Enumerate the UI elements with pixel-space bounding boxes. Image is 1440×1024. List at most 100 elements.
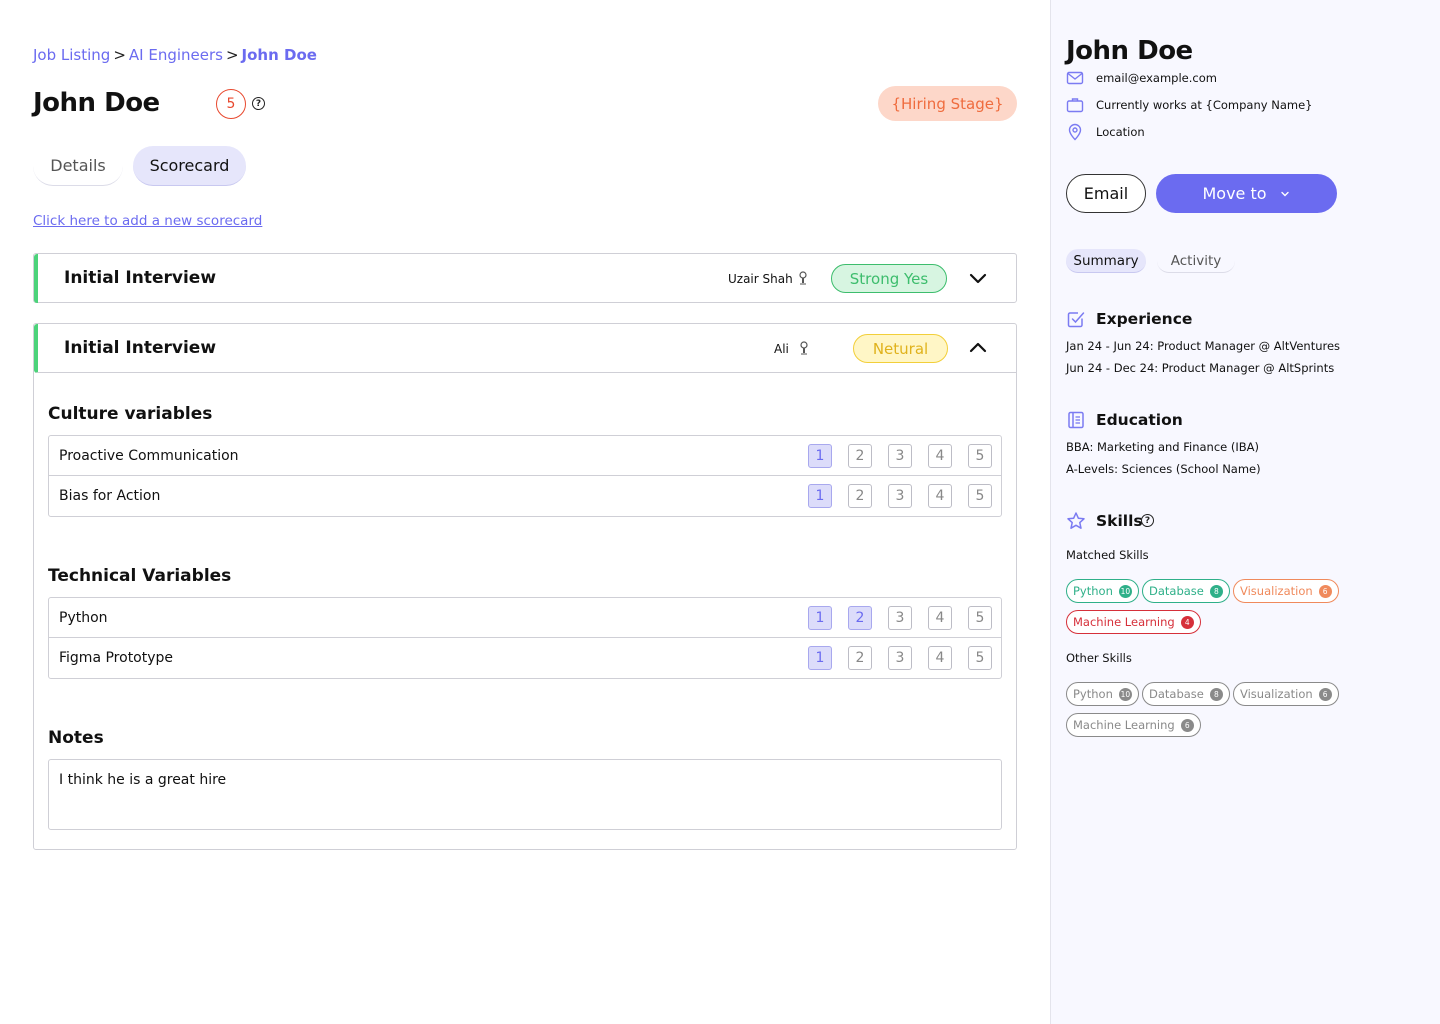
culture-variables-title: Culture variables [48, 404, 213, 424]
notes-textarea[interactable]: I think he is a great hire [48, 759, 1002, 830]
rating-option-4[interactable]: 4 [928, 484, 952, 508]
scorecard-header[interactable]: Initial Interview Ali Netural [34, 324, 1016, 373]
location-pin-icon [1068, 123, 1082, 141]
rating-option-3[interactable]: 3 [888, 606, 912, 630]
education-item: BBA: Marketing and Finance (IBA) [1066, 440, 1260, 454]
tab-details[interactable]: Details [33, 146, 123, 186]
matched-skills-label: Matched Skills [1066, 548, 1149, 562]
breadcrumb-ai-engineers[interactable]: AI Engineers [129, 46, 223, 64]
scorecard-card: Initial Interview Ali Netural Culture va… [33, 323, 1017, 850]
verdict-badge: Netural [853, 334, 948, 363]
rating-option-5[interactable]: 5 [968, 444, 992, 468]
candidate-side-panel: John Doe email@example.com Currently wor… [1050, 0, 1440, 1024]
tab-activity[interactable]: Activity [1157, 249, 1235, 273]
rating-option-3[interactable]: 3 [888, 646, 912, 670]
rating-option-5[interactable]: 5 [968, 646, 992, 670]
skill-chip[interactable]: Visualization 6 [1233, 682, 1339, 706]
mail-icon [1066, 71, 1084, 85]
skill-name: Python [1073, 584, 1113, 598]
email-text[interactable]: email@example.com [1096, 71, 1217, 85]
rating-option-1[interactable]: 1 [808, 444, 832, 468]
education-item: A-Levels: Sciences (School Name) [1066, 462, 1261, 476]
rating-option-1[interactable]: 1 [808, 646, 832, 670]
skill-chip[interactable]: Machine Learning 4 [1066, 610, 1201, 634]
help-icon[interactable]: ? [252, 97, 265, 110]
skill-name: Database [1149, 584, 1204, 598]
interviewer-name: Ali [774, 342, 789, 356]
company-info: Currently works at {Company Name} [1066, 96, 1312, 114]
breadcrumb-separator: > [113, 46, 126, 64]
experience-item: Jun 24 - Dec 24: Product Manager @ AltSp… [1066, 361, 1335, 375]
chevron-down-icon [1280, 191, 1289, 196]
rating-option-2[interactable]: 2 [848, 444, 872, 468]
help-icon[interactable]: ? [1141, 514, 1154, 527]
education-title: Education [1096, 411, 1183, 429]
rating-option-2[interactable]: 2 [848, 646, 872, 670]
rating-option-3[interactable]: 3 [888, 444, 912, 468]
skill-chip[interactable]: Machine Learning 6 [1066, 713, 1201, 737]
skills-title: Skills [1096, 512, 1143, 530]
rating-row: Proactive Communication 1 2 3 4 5 [49, 436, 1001, 476]
rating-option-4[interactable]: 4 [928, 606, 952, 630]
breadcrumb-current: John Doe [241, 46, 317, 64]
rating-option-5[interactable]: 5 [968, 606, 992, 630]
rating-option-3[interactable]: 3 [888, 484, 912, 508]
rating-option-1[interactable]: 1 [808, 484, 832, 508]
rating-label: Python [59, 610, 108, 626]
rating-option-4[interactable]: 4 [928, 646, 952, 670]
score-badge: 5 [216, 89, 246, 119]
education-heading: Education [1066, 410, 1183, 430]
main-panel: Job Listing > AI Engineers > John Doe John D… [0, 0, 1050, 1024]
company-text: Currently works at {Company Name} [1096, 98, 1313, 112]
rating-label: Bias for Action [59, 488, 161, 504]
rating-option-2[interactable]: 2 [848, 484, 872, 508]
star-icon [1067, 512, 1085, 529]
email-button[interactable]: Email [1066, 174, 1146, 213]
skill-chip[interactable]: Python 10 [1066, 579, 1139, 603]
skill-count: 10 [1118, 687, 1132, 701]
breadcrumb: Job Listing > AI Engineers > John Doe [33, 46, 317, 64]
tab-scorecard[interactable]: Scorecard [133, 146, 246, 186]
rating-row: Python 1 2 3 4 5 [49, 598, 1001, 638]
rating-row: Figma Prototype 1 2 3 4 5 [49, 638, 1001, 678]
technical-variables-title: Technical Variables [48, 566, 232, 586]
move-to-button[interactable]: Move to [1156, 174, 1337, 213]
experience-item: Jan 24 - Jun 24: Product Manager @ AltVe… [1066, 339, 1341, 353]
scorecard-title: Initial Interview [64, 338, 217, 358]
chevron-down-icon[interactable] [968, 268, 988, 288]
avatar-icon [799, 271, 807, 285]
rating-option-1[interactable]: 1 [808, 606, 832, 630]
add-scorecard-link[interactable]: Click here to add a new scorecard [33, 213, 262, 229]
checkbox-icon [1067, 312, 1085, 328]
candidate-name: John Doe [1066, 36, 1193, 66]
chevron-up-icon[interactable] [968, 338, 988, 358]
rating-label: Figma Prototype [59, 650, 174, 666]
skill-chip[interactable]: Python 10 [1066, 682, 1139, 706]
hiring-stage-badge[interactable]: {Hiring Stage} [878, 86, 1017, 121]
scorecard-card: Initial Interview Uzair Shah Strong Yes [33, 253, 1017, 303]
avatar-icon [800, 341, 808, 355]
skill-name: Visualization [1240, 687, 1313, 701]
experience-title: Experience [1096, 310, 1193, 328]
skill-count: 6 [1180, 718, 1194, 732]
scorecard-title: Initial Interview [64, 268, 217, 288]
skill-chip[interactable]: Database 8 [1142, 682, 1230, 706]
skill-chip[interactable]: Visualization 6 [1233, 579, 1339, 603]
rating-option-2[interactable]: 2 [848, 606, 872, 630]
breadcrumb-job-listing[interactable]: Job Listing [33, 46, 110, 64]
notes-title: Notes [48, 728, 104, 748]
skill-name: Visualization [1240, 584, 1313, 598]
tab-summary[interactable]: Summary [1066, 249, 1146, 273]
technical-variables-table: Python 1 2 3 4 5 Figma Prototype 1 2 3 4… [48, 597, 1002, 679]
other-skills-label: Other Skills [1066, 651, 1132, 665]
skill-chip[interactable]: Database 8 [1142, 579, 1230, 603]
skill-count: 4 [1180, 615, 1194, 629]
skill-count: 6 [1318, 584, 1332, 598]
rating-option-5[interactable]: 5 [968, 484, 992, 508]
skill-name: Database [1149, 687, 1204, 701]
location-text: Location [1096, 125, 1145, 139]
scorecard-header[interactable]: Initial Interview Uzair Shah Strong Yes [34, 254, 1016, 303]
notebook-icon [1068, 411, 1084, 429]
culture-variables-table: Proactive Communication 1 2 3 4 5 Bias f… [48, 435, 1002, 517]
rating-option-4[interactable]: 4 [928, 444, 952, 468]
